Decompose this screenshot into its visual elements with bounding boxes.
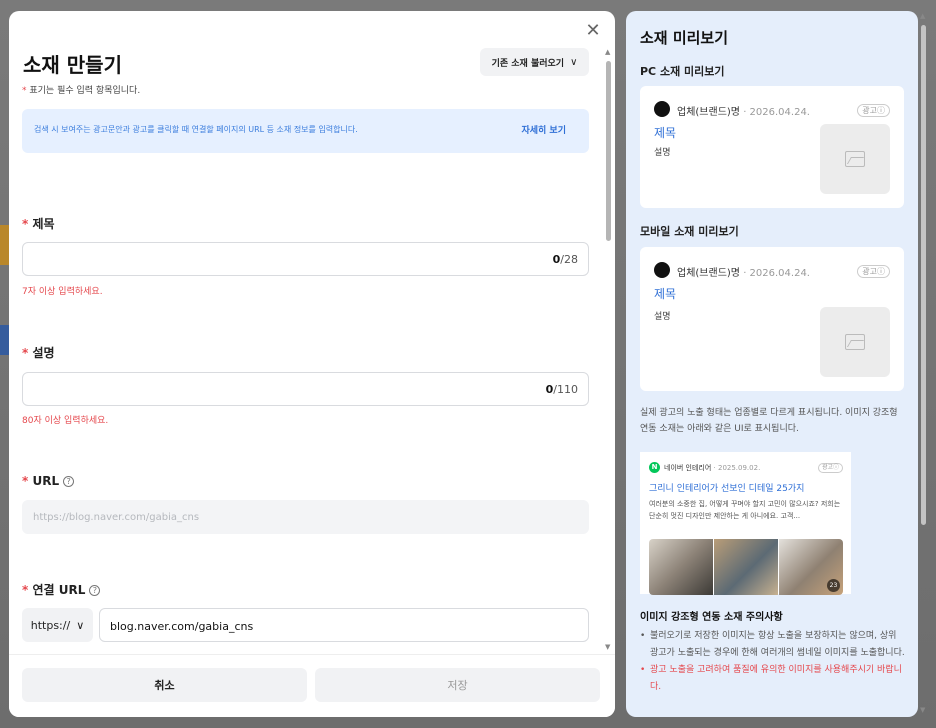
title-label: * 제목 xyxy=(22,215,55,232)
pc-preview-title: PC 소재 미리보기 xyxy=(640,65,725,78)
example-brand: 네이버 인테리어 xyxy=(664,464,712,472)
title-input[interactable]: 0/28 xyxy=(22,242,589,276)
preview-scrollbar[interactable] xyxy=(921,25,926,525)
close-icon[interactable]: ✕ xyxy=(585,22,601,40)
ad-badge: 광고ⓘ xyxy=(857,104,890,117)
brand-logo xyxy=(654,101,670,117)
thumbnail-placeholder xyxy=(820,124,890,194)
mobile-preview-card: 업체(브랜드)명 · 2026.04.24. 광고ⓘ 제목 설명 xyxy=(640,247,904,391)
title-label-text: 제목 xyxy=(32,217,55,231)
caution-title: 이미지 강조형 연동 소재 주의사항 xyxy=(640,612,783,623)
image-icon xyxy=(845,334,865,350)
required-mark: * xyxy=(22,474,29,488)
naver-logo: N xyxy=(649,462,660,473)
link-url-label-text: 연결 URL xyxy=(32,583,86,597)
example-image xyxy=(649,539,713,595)
url-value: https://blog.naver.com/gabia_cns xyxy=(33,512,200,523)
ad-badge: 광고ⓘ xyxy=(857,265,890,278)
description-label-text: 설명 xyxy=(32,346,55,360)
title-max: /28 xyxy=(560,253,578,266)
load-existing-button[interactable]: 기존 소재 불러오기 ∨ xyxy=(480,48,589,76)
caution-item: 불러오기로 저장한 이미지는 항상 노출을 보장하지는 않으며, 상위 광고가 … xyxy=(640,628,906,662)
pc-preview-card: 업체(브랜드)명 · 2026.04.24. 광고ⓘ 제목 설명 xyxy=(640,86,904,208)
brand-line: 업체(브랜드)명 · 2026.04.24. xyxy=(677,103,810,118)
required-mark: * xyxy=(22,217,29,231)
card-description: 설명 xyxy=(654,312,671,322)
url-label-text: URL xyxy=(32,474,60,488)
brand-name: 업체(브랜드)명 xyxy=(677,107,741,118)
info-text: 검색 시 보여주는 광고문안과 광고를 클릭할 때 연결할 페이지의 URL 등… xyxy=(34,125,358,134)
example-date: · 2025.09.02. xyxy=(711,464,761,472)
mobile-preview-title: 모바일 소재 미리보기 xyxy=(640,225,739,238)
image-icon xyxy=(845,151,865,167)
ad-date: · 2026.04.24. xyxy=(740,107,810,118)
learn-more-link[interactable]: 자세히 보기 xyxy=(521,123,566,136)
title-counter: 0/28 xyxy=(553,253,578,266)
link-url-input[interactable]: blog.naver.com/gabia_cns xyxy=(99,608,589,642)
help-icon[interactable]: ? xyxy=(63,476,75,487)
protocol-value: https:// xyxy=(30,618,71,632)
url-field: https://blog.naver.com/gabia_cns xyxy=(22,500,589,534)
example-title: 그리니 인테리어가 선보인 디테일 25가지 xyxy=(649,484,805,494)
load-existing-label: 기존 소재 불러오기 xyxy=(491,58,565,69)
link-url-value: blog.naver.com/gabia_cns xyxy=(110,620,254,633)
example-ad-badge: 광고ⓘ xyxy=(817,463,843,473)
scroll-down-icon[interactable]: ▼ xyxy=(605,643,610,651)
protocol-select[interactable]: https:// ∨ xyxy=(22,608,93,642)
chevron-down-icon: ∨ xyxy=(76,618,85,632)
required-note: * 표기는 필수 입력 항목입니다. xyxy=(22,83,140,96)
modal-footer: 취소 저장 xyxy=(9,654,615,717)
description-error: 80자 이상 입력하세요. xyxy=(22,416,109,426)
description-input[interactable]: 0/110 xyxy=(22,372,589,406)
ad-date: · 2026.04.24. xyxy=(740,268,810,279)
brand-line: 업체(브랜드)명 · 2026.04.24. xyxy=(677,264,810,279)
description-label: * 설명 xyxy=(22,344,55,361)
required-note-text: 표기는 필수 입력 항목입니다. xyxy=(29,86,141,96)
scroll-down-icon[interactable]: ▼ xyxy=(920,706,925,714)
preview-note: 실제 광고의 노출 형태는 업종별로 다르게 표시됩니다. 이미지 강조형 연동… xyxy=(640,408,898,434)
required-mark: * xyxy=(22,86,27,96)
description-max: /110 xyxy=(553,383,578,396)
chevron-down-icon: ∨ xyxy=(570,56,578,68)
help-icon[interactable]: ? xyxy=(89,585,101,596)
thumbnail-placeholder xyxy=(820,307,890,377)
card-title: 제목 xyxy=(654,126,677,140)
create-ad-modal: ✕ 소재 만들기 기존 소재 불러오기 ∨ * 표기는 필수 입력 항목입니다.… xyxy=(9,11,615,717)
card-description: 설명 xyxy=(654,148,671,158)
caution-list: 불러오기로 저장한 이미지는 항상 노출을 보장하지는 않으며, 상위 광고가 … xyxy=(640,628,906,696)
preview-panel: 소재 미리보기 PC 소재 미리보기 업체(브랜드)명 · 2026.04.24… xyxy=(626,11,918,717)
save-button[interactable]: 저장 xyxy=(315,668,600,702)
caution-item-warning: 광고 노출을 고려하여 품질에 유의한 이미지를 사용해주시기 바랍니다. xyxy=(640,662,906,696)
example-ad-card: N 네이버 인테리어 · 2025.09.02. 광고ⓘ 그리니 인테리어가 선… xyxy=(640,452,851,595)
brand-logo xyxy=(654,262,670,278)
scroll-up-icon[interactable]: ▲ xyxy=(920,12,925,20)
required-mark: * xyxy=(22,346,29,360)
cancel-button[interactable]: 취소 xyxy=(22,668,307,702)
brand-name: 업체(브랜드)명 xyxy=(677,268,741,279)
link-url-label: * 연결 URL? xyxy=(22,581,101,598)
preview-title: 소재 미리보기 xyxy=(640,29,729,47)
required-mark: * xyxy=(22,583,29,597)
example-description: 여러분의 소중한 집, 어떻게 꾸며야 할지 고민이 많으시죠? 저희는 단순히… xyxy=(649,500,841,520)
description-counter: 0/110 xyxy=(546,383,578,396)
info-box: 검색 시 보여주는 광고문안과 광고를 클릭할 때 연결할 페이지의 URL 등… xyxy=(22,109,589,153)
url-label: * URL? xyxy=(22,474,75,488)
scroll-up-icon[interactable]: ▲ xyxy=(605,48,610,56)
example-image xyxy=(714,539,778,595)
modal-title: 소재 만들기 xyxy=(23,53,122,77)
modal-scrollbar[interactable] xyxy=(606,61,611,241)
image-count-badge: 23 xyxy=(827,579,840,592)
title-error: 7자 이상 입력하세요. xyxy=(22,287,103,297)
example-brand-line: 네이버 인테리어 · 2025.09.02. xyxy=(664,463,760,473)
card-title: 제목 xyxy=(654,287,677,301)
